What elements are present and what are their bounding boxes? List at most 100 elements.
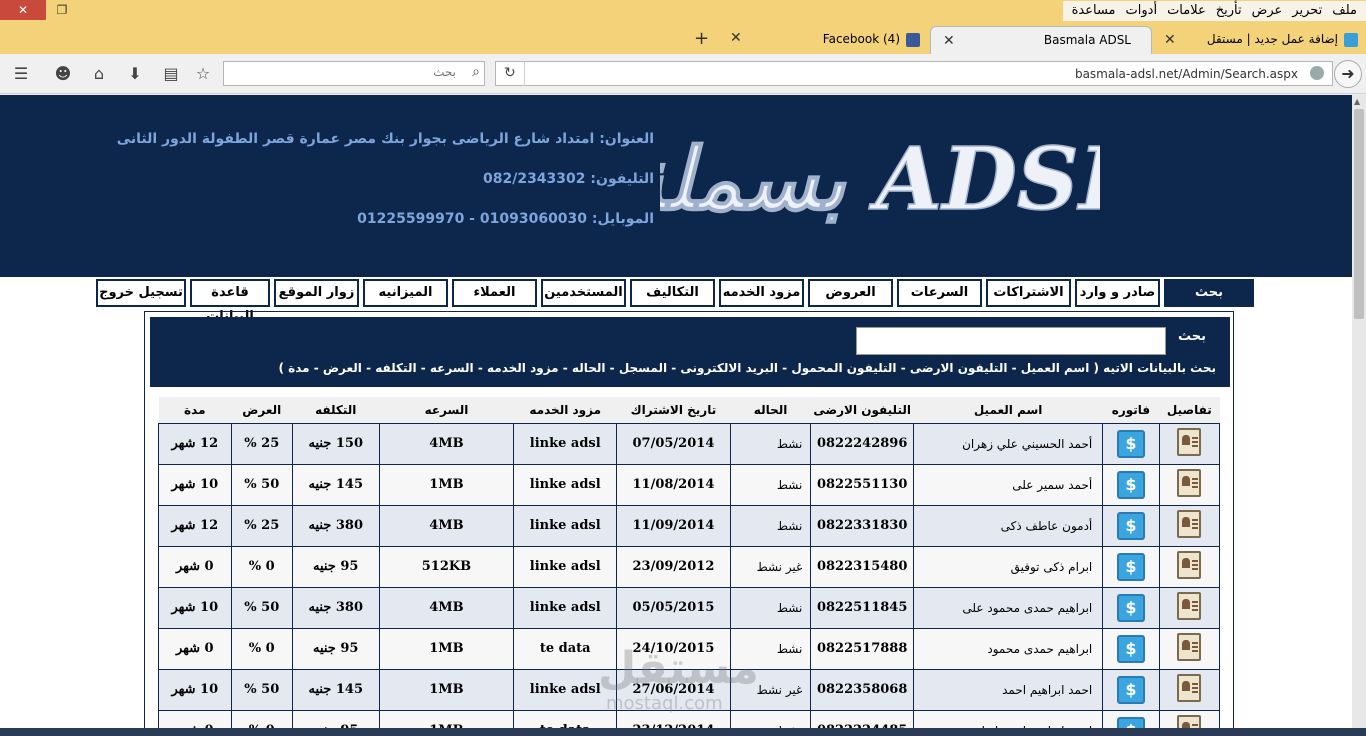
browser-search-box[interactable]: ⌕	[223, 61, 485, 86]
menu-edit[interactable]: تحرير	[1287, 1, 1327, 21]
details-card-icon[interactable]	[1177, 673, 1202, 702]
search-field[interactable]	[856, 327, 1166, 355]
col-details[interactable]: تفاصيل	[1159, 397, 1220, 423]
window-restore-button[interactable]: ❐	[50, 0, 74, 20]
nav-service-provider[interactable]: مزود الخدمه	[719, 279, 804, 307]
menu-history[interactable]: تأريخ	[1211, 1, 1247, 21]
nav-speeds[interactable]: السرعات	[897, 279, 982, 307]
window-close-button[interactable]: ✕	[0, 0, 46, 20]
nav-logout[interactable]: تسجيل خروج	[96, 279, 186, 307]
forward-button[interactable]: ➜	[1334, 60, 1362, 88]
col-date[interactable]: تاريخ الاشتراك	[616, 397, 731, 423]
speed: 512KB	[378, 545, 515, 588]
speed: 1MB	[378, 668, 515, 711]
details-card-icon[interactable]	[1177, 632, 1202, 661]
col-speed[interactable]: السرعه	[379, 397, 514, 423]
nav-offers[interactable]: العروض	[808, 279, 893, 307]
col-provider[interactable]: مزود الخدمه	[513, 397, 617, 423]
details-cell[interactable]	[1158, 668, 1221, 711]
invoice-icon[interactable]: $	[1116, 429, 1145, 458]
offer: 50 %	[230, 586, 293, 629]
search-icon[interactable]: ⌕	[472, 64, 480, 80]
menu-tools[interactable]: أدوات	[1121, 1, 1163, 21]
bill-cell[interactable]: $	[1102, 627, 1160, 670]
search-input[interactable]	[857, 328, 1165, 354]
details-card-icon[interactable]	[1177, 427, 1202, 456]
page-scrollbar[interactable]: ▲	[1352, 95, 1366, 736]
client-status: غير نشط	[729, 545, 812, 588]
invoice-icon[interactable]: $	[1116, 552, 1145, 581]
home-icon[interactable]: ⌂	[88, 64, 110, 84]
bill-cell[interactable]: $	[1102, 545, 1160, 588]
watermark-url: mostaql.com	[606, 693, 723, 714]
col-status[interactable]: الحاله	[730, 397, 811, 423]
bill-cell[interactable]: $	[1102, 463, 1160, 506]
bill-cell[interactable]: $	[1102, 668, 1160, 711]
invoice-icon[interactable]: $	[1116, 634, 1145, 663]
browser-search-input[interactable]	[236, 65, 456, 79]
nav-incoming-outgoing[interactable]: صادر و وارد	[1075, 279, 1160, 307]
menu-view[interactable]: عرض	[1247, 1, 1288, 21]
col-duration[interactable]: مدة	[158, 397, 232, 423]
nav-search[interactable]: بحث	[1164, 279, 1254, 307]
client-phone: 0822242896	[810, 422, 915, 465]
nav-site-visitors[interactable]: زوار الموقع	[274, 279, 359, 307]
hamburger-menu-icon[interactable]: ☰	[10, 64, 32, 84]
col-phone[interactable]: التليفون الارضى	[810, 397, 914, 423]
details-cell[interactable]	[1158, 504, 1221, 547]
close-icon[interactable]: ✕	[943, 33, 955, 49]
invoice-icon[interactable]: $	[1116, 675, 1145, 704]
address-bar[interactable]: ↻ basmala-adsl.net/Admin/Search.aspx	[495, 61, 1333, 86]
nav-subscriptions[interactable]: الاشتراكات	[986, 279, 1071, 307]
col-cost[interactable]: التكلفه	[292, 397, 380, 423]
invoice-icon[interactable]: $	[1116, 593, 1145, 622]
chat-icon[interactable]: ☻	[52, 64, 74, 84]
download-icon[interactable]: ⬇	[124, 64, 146, 84]
col-bill[interactable]: فاتوره	[1102, 397, 1160, 423]
invoice-icon[interactable]: $	[1116, 511, 1145, 540]
menu-file[interactable]: ملف	[1327, 1, 1362, 21]
menu-help[interactable]: مساعدة	[1067, 1, 1121, 21]
scroll-up-icon[interactable]: ▲	[1354, 97, 1360, 106]
nav-clients[interactable]: العملاء	[452, 279, 537, 307]
col-offer[interactable]: العرض	[231, 397, 293, 423]
service-provider: linke adsl	[513, 422, 618, 465]
details-cell[interactable]	[1158, 627, 1221, 670]
details-cell[interactable]	[1158, 422, 1221, 465]
close-icon[interactable]: ✕	[730, 30, 742, 46]
details-cell[interactable]	[1158, 463, 1221, 506]
details-card-icon[interactable]	[1177, 550, 1202, 579]
client-phone: 0822358068	[810, 668, 915, 711]
tab-facebook[interactable]: Facebook (4)	[728, 26, 928, 54]
bookmark-star-icon[interactable]: ☆	[192, 64, 214, 84]
bill-cell[interactable]: $	[1102, 422, 1160, 465]
details-card-icon[interactable]	[1177, 509, 1202, 538]
reload-icon[interactable]: ↻	[504, 65, 516, 81]
client-phone: 0822551130	[810, 463, 915, 506]
duration: 0 شهر	[158, 627, 232, 670]
nav-costs[interactable]: التكاليف	[630, 279, 715, 307]
url-text[interactable]: basmala-adsl.net/Admin/Search.aspx	[1075, 67, 1298, 81]
tab-basmala[interactable]: ✕ Basmala ADSL	[930, 26, 1152, 54]
details-cell[interactable]	[1158, 586, 1221, 629]
cost: 145 جنيه	[291, 463, 380, 506]
bill-cell[interactable]: $	[1102, 504, 1160, 547]
nav-budget[interactable]: الميزانيه	[363, 279, 448, 307]
details-card-icon[interactable]	[1177, 591, 1202, 620]
offer: 25 %	[230, 504, 293, 547]
subscription-date: 05/05/2015	[616, 586, 731, 629]
new-tab-icon[interactable]: +	[694, 28, 709, 49]
details-cell[interactable]	[1158, 545, 1221, 588]
nav-database[interactable]: قاعدة البيانات	[190, 279, 270, 324]
tab-mostaql[interactable]: ✕ إضافة عمل جديد | مستقل	[1152, 26, 1366, 54]
scrollbar-thumb[interactable]	[1354, 109, 1364, 319]
menu-bookmarks[interactable]: علامات	[1162, 1, 1211, 21]
col-name[interactable]: اسم العميل	[913, 397, 1103, 423]
reading-list-icon[interactable]: ▤	[160, 64, 182, 84]
bill-cell[interactable]: $	[1102, 586, 1160, 629]
details-card-icon[interactable]	[1177, 468, 1202, 497]
cost: 380 جنيه	[291, 586, 380, 629]
nav-users[interactable]: المستخدمين	[541, 279, 626, 307]
invoice-icon[interactable]: $	[1116, 470, 1145, 499]
close-icon[interactable]: ✕	[1164, 32, 1176, 48]
